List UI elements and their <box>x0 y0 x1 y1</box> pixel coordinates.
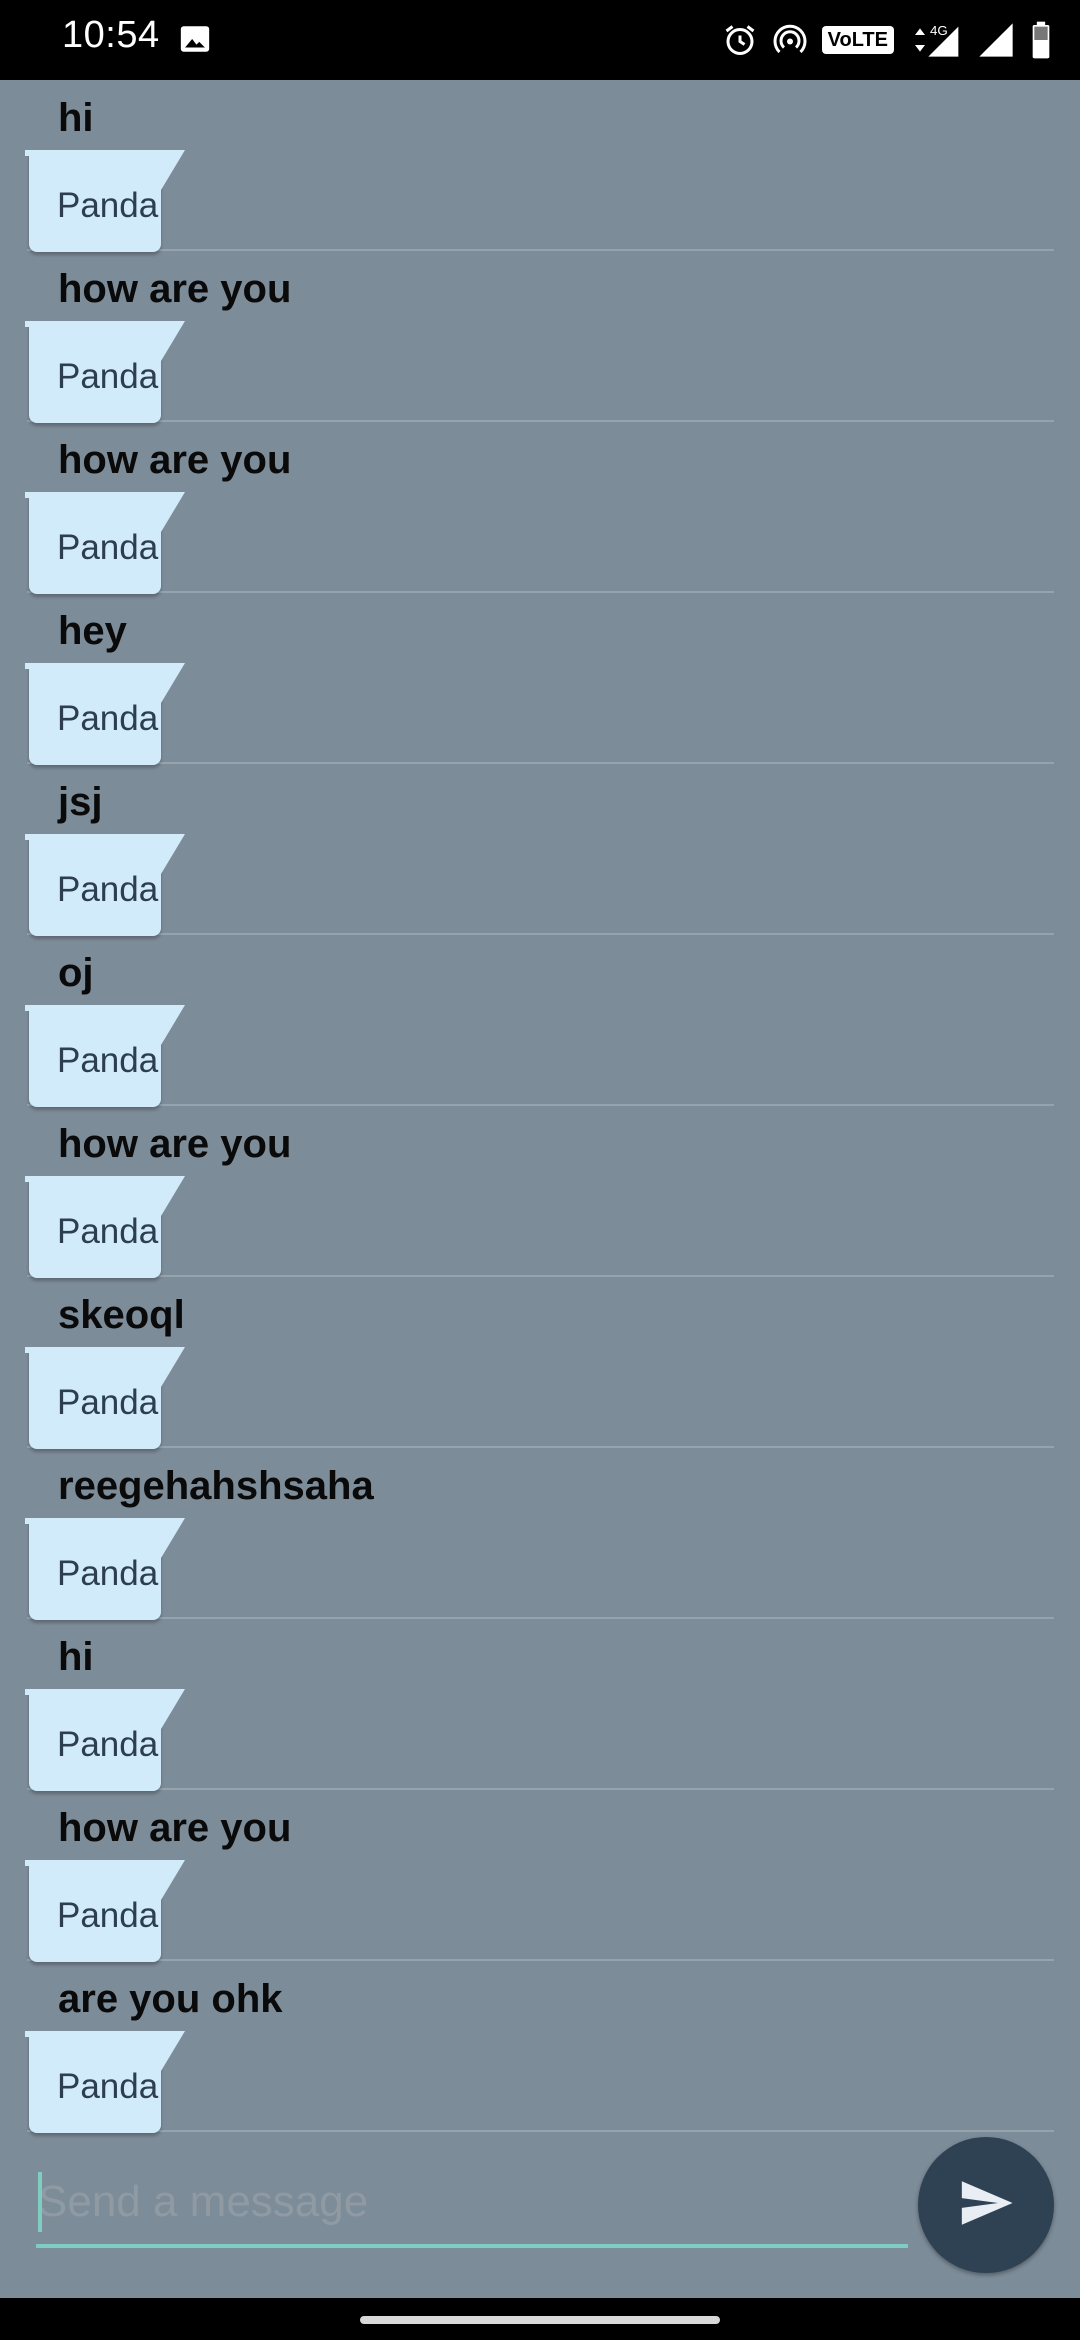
send-button[interactable] <box>918 2137 1054 2273</box>
message-text: reegehahshsaha <box>58 1464 374 1508</box>
sender-bubble: Panda <box>25 321 185 423</box>
message-text: how are you <box>58 438 292 482</box>
message-item[interactable]: jsj Panda <box>25 764 1054 936</box>
status-bar: 10:54 VoLTE 4G <box>0 0 1080 80</box>
message-item[interactable]: skeoql Panda <box>25 1277 1054 1449</box>
sender-name: Panda <box>57 1725 159 1764</box>
message-item[interactable]: how are you Panda <box>25 422 1054 594</box>
sender-name: Panda <box>57 870 159 909</box>
sender-bubble: Panda <box>25 1347 185 1449</box>
sender-bubble: Panda <box>25 492 185 594</box>
sender-bubble: Panda <box>25 1005 185 1107</box>
text-cursor <box>38 2172 42 2232</box>
message-item[interactable]: oj Panda <box>25 935 1054 1107</box>
network-label: 4G <box>930 23 948 38</box>
sender-name: Panda <box>57 2067 159 2106</box>
battery-icon <box>1030 20 1052 60</box>
alarm-icon <box>722 22 758 58</box>
hotspot-icon <box>772 22 808 58</box>
sender-bubble: Panda <box>25 663 185 765</box>
message-text: skeoql <box>58 1293 185 1337</box>
sender-name: Panda <box>57 699 159 738</box>
image-icon <box>178 22 212 61</box>
message-item[interactable]: hey Panda <box>25 593 1054 765</box>
sender-bubble: Panda <box>25 1860 185 1962</box>
sender-bubble: Panda <box>25 1176 185 1278</box>
message-text: how are you <box>58 1806 292 1850</box>
message-item[interactable]: are you ohk Panda <box>25 1961 1054 2133</box>
message-text: how are you <box>58 267 292 311</box>
sender-name: Panda <box>57 1554 159 1593</box>
data-arrows-icon: 4G <box>908 20 962 60</box>
message-text: hey <box>58 609 127 653</box>
signal-icon <box>976 20 1016 60</box>
message-text: hi <box>58 96 94 140</box>
message-text: jsj <box>58 780 103 824</box>
message-input[interactable] <box>36 2162 910 2242</box>
message-item[interactable]: how are you Panda <box>25 1106 1054 1278</box>
sender-name: Panda <box>57 1896 159 1935</box>
send-icon <box>957 2174 1015 2237</box>
message-item[interactable]: reegehahshsaha Panda <box>25 1448 1054 1620</box>
message-input-field[interactable] <box>36 2162 910 2248</box>
sender-name: Panda <box>57 186 159 225</box>
message-list[interactable]: hi Panda how are you Panda how are you Panda h… <box>0 80 1080 2140</box>
message-item[interactable]: hi Panda <box>25 80 1054 252</box>
sender-bubble: Panda <box>25 1689 185 1791</box>
sender-bubble: Panda <box>25 1518 185 1620</box>
status-icons: VoLTE 4G <box>722 16 1052 64</box>
message-text: how are you <box>58 1122 292 1166</box>
message-item[interactable]: how are you Panda <box>25 1790 1054 1962</box>
sender-name: Panda <box>57 1041 159 1080</box>
message-item[interactable]: how are you Panda <box>25 251 1054 423</box>
sender-name: Panda <box>57 528 159 567</box>
sender-name: Panda <box>57 1383 159 1422</box>
sender-bubble: Panda <box>25 2031 185 2133</box>
status-time: 10:54 <box>62 14 160 56</box>
sender-bubble: Panda <box>25 834 185 936</box>
home-indicator[interactable] <box>360 2316 720 2324</box>
sender-bubble: Panda <box>25 150 185 252</box>
message-item[interactable]: hi Panda <box>25 1619 1054 1791</box>
volte-icon: VoLTE <box>821 26 894 54</box>
message-text: oj <box>58 951 94 995</box>
navigation-bar <box>0 2298 1080 2340</box>
sender-name: Panda <box>57 1212 159 1251</box>
message-text: hi <box>58 1635 94 1679</box>
message-text: are you ohk <box>58 1977 283 2021</box>
sender-name: Panda <box>57 357 159 396</box>
